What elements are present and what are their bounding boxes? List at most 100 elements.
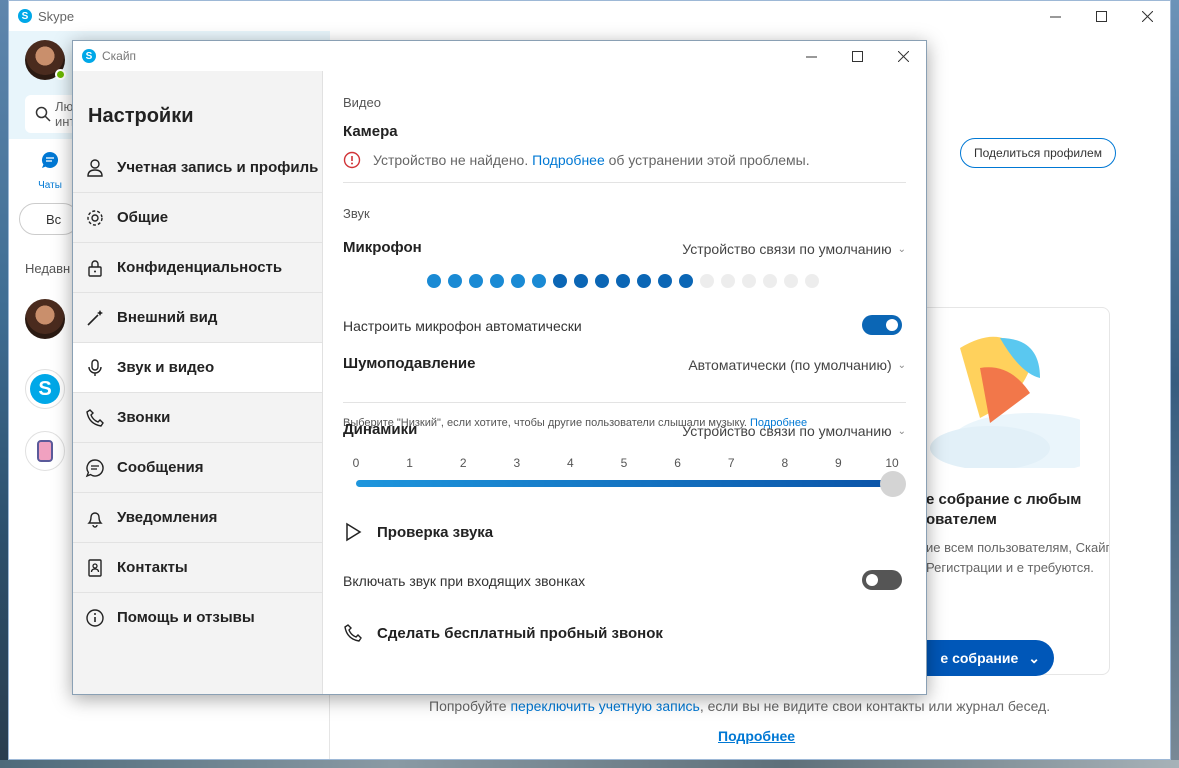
mic-level-dot [805,274,819,288]
close-icon [1141,10,1153,22]
camera-title: Камера [343,123,398,140]
settings-item-notifications[interactable]: Уведомления [73,493,322,543]
promo-text: ие всем пользователям, Скайпа. Регистрац… [926,540,1110,575]
phone-icon [344,624,362,642]
close-button[interactable] [1124,1,1170,31]
mic-level-dot [637,274,651,288]
speakers-device-dropdown[interactable]: Устройство связи по умолчанию ⌄ [682,423,906,439]
sound-test-label: Проверка звука [377,523,494,541]
chevron-down-icon: ⌄ [1028,649,1040,666]
microphone-device-dropdown[interactable]: Устройство связи по умолчанию ⌄ [682,241,906,257]
meet-now-label: Вс [46,211,62,227]
volume-scale-label: 8 [781,456,789,470]
volume-slider-track[interactable] [356,480,888,487]
settings-item-privacy[interactable]: Конфиденциальность [73,243,322,293]
contact-book-icon [85,558,105,578]
camera-error-suffix: об устранении этой проблемы. [608,152,810,168]
maximize-button[interactable] [1078,1,1124,31]
auto-mic-toggle[interactable] [862,315,902,335]
volume-slider-thumb[interactable] [880,471,906,497]
volume-scale-label: 2 [459,456,467,470]
mic-level-dot [511,274,525,288]
dialog-close-button[interactable] [880,41,926,71]
search-icon [35,106,51,122]
switch-account-link[interactable]: переключить учетную запись [510,698,699,714]
dialog-minimize-button[interactable] [788,41,834,71]
settings-item-appearance[interactable]: Внешний вид [73,293,322,343]
camera-error-link[interactable]: Подробнее [532,152,605,168]
speakers-title: Динамики [343,421,418,438]
divider [343,402,906,403]
chat-bubble-icon [42,151,59,168]
mic-level-dot [679,274,693,288]
meet-now-button[interactable]: Вс [19,203,79,235]
skype-contact-avatar[interactable]: S [25,369,65,409]
skype-logo-icon: S [82,49,96,63]
mic-level-dot [721,274,735,288]
settings-item-calls[interactable]: Звонки [73,393,322,443]
dialog-title: Скайп [102,49,137,63]
phone-icon [85,408,105,428]
settings-item-label: Внешний вид [117,308,218,326]
chat-bubble-icon [85,458,105,478]
play-icon [346,522,362,542]
hint-suffix: , если вы не видите свои контакты или жу… [699,698,1051,714]
microphone-device-value: Устройство связи по умолчанию [682,241,892,257]
volume-scale-label: 4 [567,456,574,470]
settings-item-label: Звонки [117,408,171,426]
learn-more-link[interactable]: Подробнее [718,728,795,744]
share-profile-button[interactable]: Поделиться профилем [960,138,1116,168]
mic-level-dot [616,274,630,288]
toggle-knob [886,319,898,331]
mic-level-dot [532,274,546,288]
settings-item-help[interactable]: Помощь и отзывы [73,593,322,643]
close-icon [897,50,909,62]
settings-item-audio-video[interactable]: Звук и видео [73,343,322,393]
incoming-ring-toggle[interactable] [862,570,902,590]
promo-illustration-icon [930,336,1080,468]
settings-item-account[interactable]: Учетная запись и профиль [73,143,322,193]
main-titlebar: S Skype [9,1,1170,31]
settings-item-label: Уведомления [117,508,218,526]
mic-level-dot [427,274,441,288]
desktop-background [1171,0,1179,768]
settings-item-contacts[interactable]: Контакты [73,543,322,593]
volume-scale-label: 6 [674,456,681,470]
dialog-titlebar: S Скайп [73,41,926,71]
incoming-ring-label: Включать звук при входящих звонках [343,573,586,589]
chevron-down-icon: ⌄ [897,359,906,371]
skype-logo-icon: S [30,374,60,404]
switch-account-hint: Попробуйте переключить учетную запись, е… [429,698,1050,714]
chevron-down-icon: ⌄ [897,425,906,437]
settings-item-general[interactable]: Общие [73,193,322,243]
minimize-icon [805,56,817,57]
recent-chats-label: Недавн [25,261,71,276]
minimize-button[interactable] [1032,1,1078,31]
microphone-level-meter [427,274,819,288]
dialog-window-controls [788,41,926,71]
main-window-controls [1032,1,1170,31]
echo-bot-avatar[interactable] [25,431,65,471]
camera-error-prefix: Устройство не найдено. [373,152,529,168]
contact-avatar[interactable] [25,299,65,339]
minimize-icon [1049,16,1061,17]
noise-suppression-title: Шумоподавление [343,355,476,372]
mic-level-dot [595,274,609,288]
volume-scale-label: 1 [406,456,413,470]
dialog-maximize-button[interactable] [834,41,880,71]
volume-scale-label: 7 [727,456,735,470]
volume-scale: 0 1 2 3 4 5 6 7 8 9 10 [352,456,899,472]
maximize-icon [1095,10,1107,22]
volume-scale-label: 3 [513,456,521,470]
lock-icon [85,258,105,278]
settings-item-label: Общие [117,208,169,226]
test-call-button[interactable]: Сделать бесплатный пробный звонок [343,623,663,643]
noise-suppression-value: Автоматически (по умолчанию) [688,357,892,373]
tab-chats[interactable]: Чаты [35,151,65,191]
sound-test-button[interactable]: Проверка звука [343,522,493,542]
test-call-label: Сделать бесплатный пробный звонок [377,624,663,642]
mic-level-dot [700,274,714,288]
noise-suppression-dropdown[interactable]: Автоматически (по умолчанию) ⌄ [688,357,906,373]
mic-level-dot [553,274,567,288]
settings-item-messaging[interactable]: Сообщения [73,443,322,493]
